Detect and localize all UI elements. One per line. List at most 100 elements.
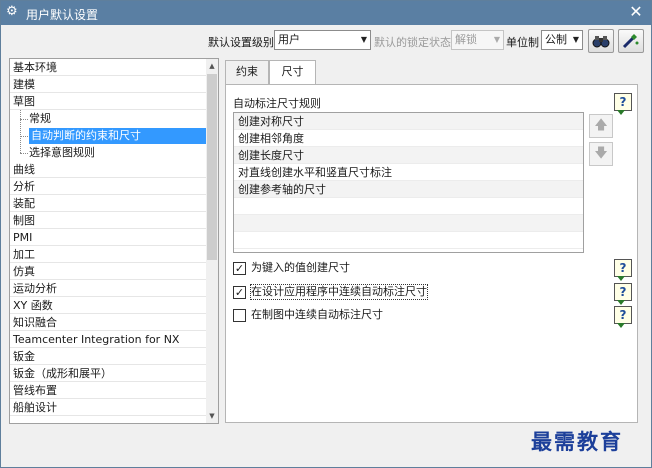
- tree-item-label: 钣金（成形和展平）: [13, 367, 112, 380]
- chevron-down-icon: ▼: [493, 35, 500, 44]
- list-item[interactable]: 创建长度尺寸: [234, 147, 583, 164]
- tree-item-label: 常规: [29, 112, 51, 125]
- help-icon[interactable]: ?: [614, 283, 632, 305]
- tree-item-label: 管线布置: [13, 384, 57, 397]
- checkbox-box[interactable]: [233, 309, 246, 322]
- checkbox-continuous-auto-dimension-design[interactable]: ✓ 在设计应用程序中连续自动标注尺寸: [233, 284, 593, 301]
- checkbox-label: 为键入的值创建尺寸: [251, 261, 350, 274]
- default-level-dropdown[interactable]: 用户 ▼: [274, 30, 371, 50]
- unit-system-dropdown[interactable]: 公制 ▼: [541, 30, 583, 50]
- arrow-down-icon: 🡇: [594, 146, 608, 161]
- tab-dimensions[interactable]: 尺寸: [269, 60, 316, 85]
- tree-item-label: 选择意图规则: [29, 146, 95, 159]
- tree-item-label: 自动判断的约束和尺寸: [29, 128, 207, 144]
- manage-defaults-button[interactable]: [618, 29, 644, 53]
- tree-item-label: PMI: [13, 231, 33, 244]
- checkbox-box[interactable]: ✓: [233, 262, 246, 275]
- toolbar: 默认设置级别 用户 ▼ 默认的锁定状态 解锁 ▼ 单位制 公制 ▼: [1, 25, 651, 57]
- tree-item-label: 曲线: [13, 163, 35, 176]
- checkbox-create-typed-dimension[interactable]: ✓ 为键入的值创建尺寸: [233, 261, 593, 277]
- scroll-down-icon[interactable]: ▼: [206, 409, 218, 423]
- help-icon[interactable]: ?: [614, 306, 632, 328]
- checkbox-label: 在制图中连续自动标注尺寸: [251, 308, 383, 321]
- find-defaults-button[interactable]: [588, 29, 614, 53]
- binoculars-icon: [592, 36, 610, 48]
- window-title: 用户默认设置: [26, 8, 99, 22]
- tree-item-general[interactable]: 常规: [10, 110, 206, 127]
- tree-item-inferred-constraints[interactable]: 自动判断的约束和尺寸: [10, 127, 207, 144]
- settings-icon: ⚙: [6, 4, 18, 19]
- lock-status-label: 默认的锁定状态: [374, 36, 451, 49]
- tree-item-knowledge-fusion[interactable]: 知识融合: [10, 314, 206, 331]
- tree-scrollbar[interactable]: ▲ ▼: [206, 59, 218, 423]
- tree-item-sketch[interactable]: 草图: [10, 93, 206, 110]
- tree-item-ship-design[interactable]: 船舶设计: [10, 399, 206, 416]
- tree-item-label: 草图: [13, 95, 35, 108]
- tree-item-routing[interactable]: 管线布置: [10, 382, 206, 399]
- unit-system-value: 公制: [545, 33, 567, 46]
- tree-item-assembly[interactable]: 装配: [10, 195, 206, 212]
- dimensions-panel: 自动标注尺寸规则 ? 创建对称尺寸 创建相邻角度 创建长度尺寸 对直线创建水平和…: [225, 84, 638, 423]
- tree-item-label: 建模: [13, 78, 35, 91]
- tree-item-selection-intent[interactable]: 选择意图规则: [10, 144, 206, 161]
- help-icon[interactable]: ?: [614, 93, 632, 115]
- section-title: 自动标注尺寸规则: [233, 97, 321, 110]
- tree-item-label: 船舶设计: [13, 401, 57, 414]
- move-down-button[interactable]: 🡇: [589, 142, 613, 166]
- tree-item-simulation[interactable]: 仿真: [10, 263, 206, 280]
- checkbox-continuous-auto-dimension-drafting[interactable]: 在制图中连续自动标注尺寸: [233, 308, 593, 324]
- tree-item-label: 基本环境: [13, 61, 57, 74]
- tree-item-teamcenter[interactable]: Teamcenter Integration for NX: [10, 331, 206, 348]
- watermark-text: 最需教育: [531, 429, 623, 454]
- scroll-up-icon[interactable]: ▲: [206, 59, 218, 73]
- tree-item-manufacturing[interactable]: 加工: [10, 246, 206, 263]
- tree-item-label: 知识融合: [13, 316, 57, 329]
- list-item-empty: [234, 198, 583, 215]
- lock-status-dropdown[interactable]: 解锁 ▼: [451, 30, 504, 50]
- close-button[interactable]: ✕: [627, 3, 645, 21]
- tree-item-sheet-metal[interactable]: 钣金: [10, 348, 206, 365]
- tree-item-label: 分析: [13, 180, 35, 193]
- wand-icon: [622, 34, 639, 49]
- dimension-rules-list[interactable]: 创建对称尺寸 创建相邻角度 创建长度尺寸 对直线创建水平和竖直尺寸标注 创建参考…: [233, 112, 584, 253]
- tree-item-analysis[interactable]: 分析: [10, 178, 206, 195]
- list-item[interactable]: 创建相邻角度: [234, 130, 583, 147]
- scrollbar-thumb[interactable]: [207, 74, 217, 260]
- category-tree[interactable]: 基本环境 建模 草图 常规 自动判断的约束和尺寸 选择意图规则 曲线 分析 装配…: [9, 58, 219, 424]
- unit-system-label: 单位制: [506, 36, 539, 49]
- arrow-up-icon: 🡅: [594, 118, 608, 133]
- tree-item-xy-function[interactable]: XY 函数: [10, 297, 206, 314]
- tree-item-drafting[interactable]: 制图: [10, 212, 206, 229]
- tree-item-modeling[interactable]: 建模: [10, 76, 206, 93]
- checkbox-box[interactable]: ✓: [233, 286, 246, 299]
- checkbox-label: 在设计应用程序中连续自动标注尺寸: [250, 284, 428, 300]
- tree-item-label: 制图: [13, 214, 35, 227]
- move-up-button[interactable]: 🡅: [589, 114, 613, 138]
- tree-item-curve[interactable]: 曲线: [10, 161, 206, 178]
- lock-status-value: 解锁: [455, 33, 477, 46]
- chevron-down-icon: ▼: [360, 35, 367, 44]
- chevron-down-icon: ▼: [572, 35, 579, 44]
- tree-item-label: Teamcenter Integration for NX: [13, 333, 180, 346]
- title-bar: ⚙ 用户默认设置 ✕: [1, 1, 651, 25]
- tree-item-label: 钣金: [13, 350, 35, 363]
- tree-item-label: 仿真: [13, 265, 35, 278]
- list-item-empty: [234, 215, 583, 232]
- help-icon[interactable]: ?: [614, 259, 632, 281]
- list-item[interactable]: 创建对称尺寸: [234, 113, 583, 130]
- list-item-empty: [234, 232, 583, 249]
- tree-item-pmi[interactable]: PMI: [10, 229, 206, 246]
- tree-item-label: 装配: [13, 197, 35, 210]
- tree-item-basic-environment[interactable]: 基本环境: [10, 59, 206, 76]
- tab-constraints[interactable]: 约束: [225, 60, 269, 84]
- tree-item-label: 运动分析: [13, 282, 57, 295]
- default-level-value: 用户: [278, 33, 300, 46]
- tree-item-motion[interactable]: 运动分析: [10, 280, 206, 297]
- tree-item-label: 加工: [13, 248, 35, 261]
- default-level-label: 默认设置级别: [208, 36, 274, 49]
- list-item[interactable]: 创建参考轴的尺寸: [234, 181, 583, 198]
- list-item[interactable]: 对直线创建水平和竖直尺寸标注: [234, 164, 583, 181]
- tree-item-label: XY 函数: [13, 299, 53, 312]
- user-defaults-dialog: ⚙ 用户默认设置 ✕ 默认设置级别 用户 ▼ 默认的锁定状态 解锁 ▼ 单位制 …: [0, 0, 652, 468]
- tree-item-sheet-metal-forming[interactable]: 钣金（成形和展平）: [10, 365, 206, 382]
